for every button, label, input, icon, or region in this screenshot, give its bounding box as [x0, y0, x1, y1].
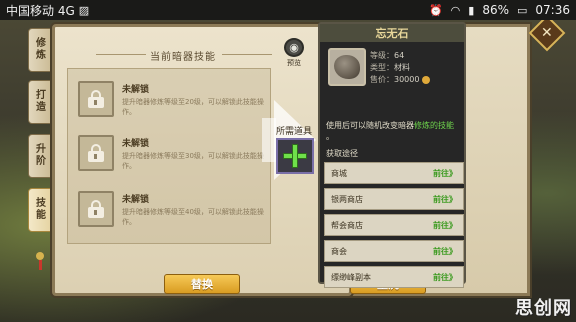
slot-icon [78, 191, 114, 227]
item-price: 售价：30000 [370, 74, 431, 85]
route-item-dungeon[interactable]: 缥缈峰副本 前往》 [324, 266, 464, 288]
tassel-knot [36, 252, 44, 260]
type-value: 材料 [394, 63, 410, 72]
item-description: 使用后可以随机改变暗器修炼的技能。 [326, 120, 464, 142]
slot-description: 提升暗器修炼等级至20级，可以解锁此技能操作。 [122, 97, 264, 116]
route-go-link[interactable]: 前往》 [433, 272, 457, 283]
route-name: 银两商店 [331, 194, 363, 204]
status-bar: 中国移动 4G ▨ ⏰ ◠ ▮ 86% ▭ 07:36 [0, 0, 576, 20]
tab-forge[interactable]: 打 造 [28, 80, 54, 124]
wifi-icon: ◠ [450, 3, 461, 17]
level-label: 等级： [370, 51, 394, 60]
carrier-label: 中国移动 4G [6, 3, 75, 18]
slot-icon [78, 135, 114, 171]
image-notification-icon: ▨ [78, 3, 90, 17]
slot-title: 未解锁 [122, 194, 150, 205]
preview-label: 预览 [287, 59, 301, 67]
stone-icon [334, 55, 360, 79]
tab-label: 打 造 [36, 90, 46, 113]
desc-prefix: 使用后可以随机改变暗器 [326, 121, 414, 130]
watermark: 思创网 [515, 298, 572, 319]
route-go-link[interactable]: 前往》 [433, 220, 457, 231]
replace-button[interactable]: 替换 [164, 274, 240, 294]
slot-title: 未解锁 [122, 84, 150, 95]
tassel-cord [38, 260, 42, 270]
item-icon [328, 48, 366, 86]
eye-icon: ◉ [284, 38, 304, 57]
slot-description: 提升暗器修炼等级至30级，可以解锁此技能操作。 [122, 151, 264, 170]
required-item-slot[interactable] [276, 138, 314, 174]
lock-icon [87, 90, 105, 108]
slot-text: 未解锁 提升暗器修炼等级至20级，可以解锁此技能操作。 [122, 82, 268, 117]
tab-skill[interactable]: 技 能 [28, 188, 54, 232]
tassel-decoration [34, 252, 46, 270]
item-tooltip: 忘无石 等级：64 类型：材料 售价：30000 使用后可以随机改变暗器修炼的技… [318, 22, 466, 288]
tab-label: 技 能 [36, 198, 46, 221]
lock-icon [87, 200, 105, 218]
slot-description: 提升暗器修炼等级至40级，可以解锁此技能操作。 [122, 207, 264, 226]
desc-suffix: 。 [326, 132, 334, 141]
clock: 07:36 [535, 3, 570, 17]
route-name: 商城 [331, 168, 347, 178]
tab-label: 修 炼 [36, 38, 46, 61]
type-label: 类型： [370, 63, 394, 72]
route-name: 商会 [331, 246, 347, 256]
status-right: ⏰ ◠ ▮ 86% ▭ 07:36 [429, 3, 570, 17]
section-title: 当前暗器技能 [150, 52, 216, 63]
title-divider-right [222, 54, 272, 55]
title-divider-left [96, 54, 146, 55]
preview-button[interactable]: ◉ 预览 [282, 38, 306, 68]
item-level: 等级：64 [370, 50, 404, 61]
lock-icon [87, 144, 105, 162]
desc-highlight: 修炼的技能 [414, 121, 454, 130]
slot-icon [78, 81, 114, 117]
route-item-guild-shop[interactable]: 帮会商店 前往》 [324, 214, 464, 236]
route-name: 缥缈峰副本 [331, 272, 371, 282]
route-go-link[interactable]: 前往》 [433, 194, 457, 205]
skill-slot[interactable]: 未解锁 提升暗器修炼等级至40级，可以解锁此技能操作。 [78, 186, 268, 232]
route-item-mall[interactable]: 商城 前往》 [324, 162, 464, 184]
slot-text: 未解锁 提升暗器修炼等级至40级，可以解锁此技能操作。 [122, 192, 268, 227]
plus-icon [283, 144, 307, 168]
level-value: 64 [394, 51, 405, 60]
route-item-chamber[interactable]: 商会 前往》 [324, 240, 464, 262]
item-name: 忘无石 [320, 24, 464, 42]
tab-label: 升 阶 [36, 144, 46, 167]
price-label: 售价： [370, 75, 394, 84]
route-go-link[interactable]: 前往》 [433, 168, 457, 179]
route-title: 获取途径 [326, 149, 358, 158]
skill-slot[interactable]: 未解锁 提升暗器修炼等级至20级，可以解锁此技能操作。 [78, 76, 268, 122]
battery-percent: 86% [482, 3, 509, 17]
tab-upgrade[interactable]: 升 阶 [28, 134, 54, 178]
skill-slot[interactable]: 未解锁 提升暗器修炼等级至30级，可以解锁此技能操作。 [78, 130, 268, 176]
signal-icon: ▮ [468, 3, 475, 17]
item-type: 类型：材料 [370, 62, 410, 73]
battery-icon: ▭ [517, 3, 528, 17]
carrier-info: 中国移动 4G ▨ [6, 2, 89, 19]
route-name: 帮会商店 [331, 220, 363, 230]
route-go-link[interactable]: 前往》 [433, 246, 457, 257]
route-item-silver-shop[interactable]: 银两商店 前往》 [324, 188, 464, 210]
close-icon: ✕ [541, 24, 553, 41]
slot-title: 未解锁 [122, 138, 150, 149]
price-value: 30000 [394, 75, 420, 84]
coin-icon [422, 75, 431, 84]
slot-text: 未解锁 提升暗器修炼等级至30级，可以解锁此技能操作。 [122, 136, 268, 171]
required-item-label: 所需道具 [276, 127, 313, 137]
tab-cultivate[interactable]: 修 炼 [28, 28, 54, 72]
alarm-icon: ⏰ [428, 3, 443, 17]
